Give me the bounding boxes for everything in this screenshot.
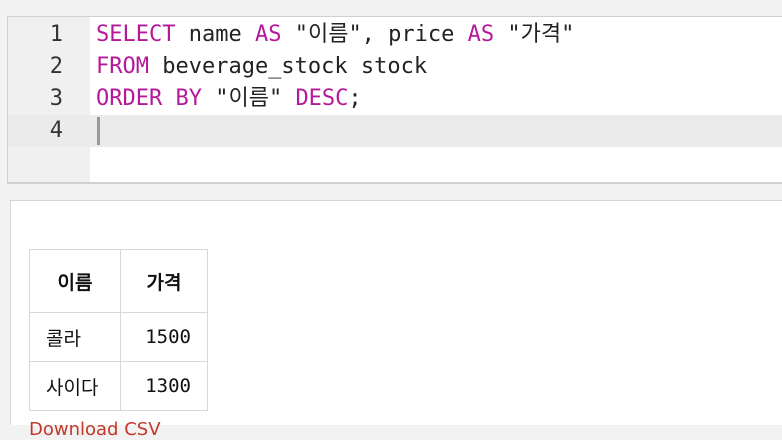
result-panel: 이름 가격 콜라 1500 사이다 1300 Download CSV bbox=[10, 200, 782, 440]
sql-keyword: AS bbox=[254, 22, 282, 47]
sql-keyword: SELECT bbox=[96, 22, 176, 47]
cell-price: 1300 bbox=[120, 361, 208, 411]
code-line[interactable]: SELECT name AS "이름", price AS "가격" bbox=[96, 19, 574, 51]
cell-price: 1500 bbox=[120, 312, 208, 362]
sql-text: beverage_stock stock bbox=[148, 54, 428, 79]
sql-text: name bbox=[175, 22, 255, 47]
cell-name: 사이다 bbox=[29, 361, 121, 411]
code-line[interactable]: FROM beverage_stock stock bbox=[96, 51, 427, 83]
text-cursor bbox=[97, 117, 100, 145]
line-number: 3 bbox=[49, 86, 63, 111]
table-row: 사이다 1300 bbox=[29, 361, 208, 411]
line-number: 2 bbox=[49, 54, 63, 79]
result-table: 이름 가격 콜라 1500 사이다 1300 bbox=[29, 249, 208, 411]
sql-text: "가격" bbox=[494, 22, 575, 47]
line-number: 1 bbox=[49, 22, 63, 47]
column-header-name[interactable]: 이름 bbox=[29, 249, 121, 313]
sql-text: "이름" bbox=[201, 86, 296, 111]
column-header-price[interactable]: 가격 bbox=[120, 249, 208, 313]
sql-text: "이름", price bbox=[281, 22, 468, 47]
code-line[interactable]: ORDER BY "이름" DESC; bbox=[96, 83, 362, 115]
table-row: 콜라 1500 bbox=[29, 312, 208, 362]
sql-keyword: AS bbox=[467, 22, 495, 47]
cell-name: 콜라 bbox=[29, 312, 121, 362]
sql-keyword: FROM bbox=[96, 54, 149, 79]
sql-editor[interactable]: 1 2 3 4 SELECT name AS "이름", price AS "가… bbox=[7, 16, 782, 184]
table-header-row: 이름 가격 bbox=[29, 249, 208, 313]
sql-keyword: ORDER BY bbox=[96, 86, 202, 111]
sql-text: ; bbox=[348, 86, 362, 111]
download-csv-link[interactable]: Download CSV bbox=[29, 419, 161, 440]
active-line-highlight bbox=[8, 115, 782, 147]
sql-keyword: DESC bbox=[295, 86, 349, 111]
line-number: 4 bbox=[49, 118, 63, 143]
